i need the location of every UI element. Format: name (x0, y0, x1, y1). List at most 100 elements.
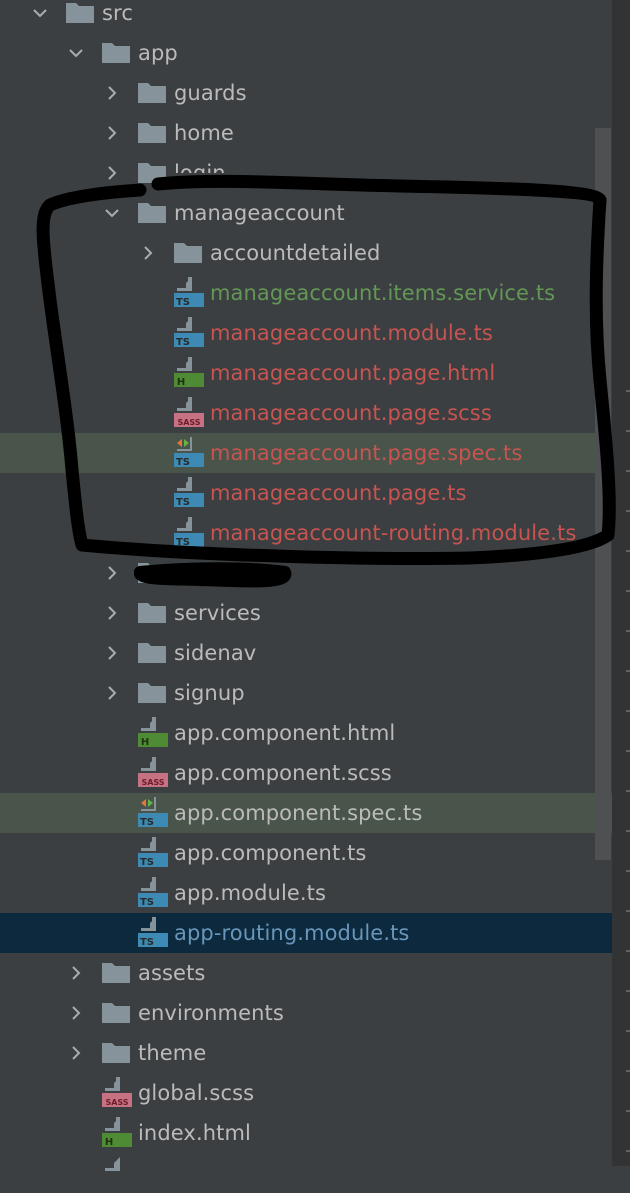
tree-file-row[interactable]: TS manageaccount.page.spec.ts (0, 433, 630, 473)
tree-item-label: services (174, 601, 261, 625)
tree-folder-row[interactable] (0, 553, 630, 593)
tree-file-row[interactable]: TS app.module.ts (0, 873, 630, 913)
tree-file-row[interactable]: TS manageaccount-routing.module.ts (0, 513, 630, 553)
tree-folder-row[interactable]: src (0, 0, 630, 33)
chevron-right-icon[interactable] (102, 83, 122, 103)
tree-item-label: assets (138, 961, 206, 985)
gutter-line-marker (626, 510, 630, 512)
svg-text:TS: TS (176, 297, 190, 308)
gutter-line-marker (626, 590, 630, 592)
folder-icon (138, 201, 166, 225)
tree-folder-row[interactable]: theme (0, 1033, 630, 1073)
gutter-line-marker (626, 1150, 630, 1152)
folder-icon (102, 1041, 130, 1065)
tree-folder-row[interactable]: accountdetailed (0, 233, 630, 273)
tree-folder-row[interactable]: guards (0, 73, 630, 113)
folder-icon (138, 641, 166, 665)
chevron-right-icon[interactable] (138, 243, 158, 263)
folder-icon (138, 561, 166, 585)
chevron-right-icon[interactable] (102, 163, 122, 183)
gutter-line-marker (626, 630, 630, 632)
gutter-line-marker (626, 470, 630, 472)
gutter-line-marker (626, 670, 630, 672)
tree-file-row[interactable]: TS app.component.ts (0, 833, 630, 873)
tree-file-row[interactable] (0, 1153, 630, 1193)
tree-item-label: app.component.scss (174, 761, 392, 785)
tree-item-label: app.module.ts (174, 881, 327, 905)
gutter-line-marker (626, 990, 630, 992)
chevron-down-icon[interactable] (102, 203, 122, 223)
svg-text:TS: TS (176, 537, 190, 548)
editor-gutter (612, 0, 630, 1166)
tree-file-row[interactable]: TS app-routing.module.ts (0, 913, 630, 953)
chevron-right-icon[interactable] (102, 123, 122, 143)
html-file-icon: H (138, 717, 168, 749)
tree-item-label: app (138, 41, 178, 65)
tree-item-label: app-routing.module.ts (174, 921, 410, 945)
tree-file-row[interactable]: Hmanageaccount.page.html (0, 353, 630, 393)
ts-file-icon: TS (138, 917, 168, 949)
chevron-right-icon[interactable] (102, 603, 122, 623)
tree-file-row[interactable]: Happ.component.html (0, 713, 630, 753)
tree-item-label: manageaccount-routing.module.ts (210, 521, 577, 545)
tree-folder-row[interactable]: sidenav (0, 633, 630, 673)
tree-folder-row[interactable]: login (0, 153, 630, 193)
chevron-right-icon[interactable] (102, 563, 122, 583)
folder-icon (102, 1001, 130, 1025)
folder-icon (138, 681, 166, 705)
svg-text:TS: TS (140, 857, 154, 868)
chevron-down-icon[interactable] (66, 43, 86, 63)
tree-file-row[interactable]: TS manageaccount.module.ts (0, 313, 630, 353)
gutter-line-marker (626, 870, 630, 872)
sass-file-icon: SASS (138, 757, 168, 789)
gutter-line-marker (626, 750, 630, 752)
tree-file-row[interactable]: SASS global.scss (0, 1073, 630, 1113)
tree-item-label: signup (174, 681, 245, 705)
tree-folder-row[interactable]: environments (0, 993, 630, 1033)
svg-text:TS: TS (140, 897, 154, 908)
tree-file-row[interactable]: SASS manageaccount.page.scss (0, 393, 630, 433)
sass-file-icon: SASS (102, 1077, 132, 1109)
tree-item-label: guards (174, 81, 247, 105)
chevron-right-icon[interactable] (66, 1043, 86, 1063)
tree-item-label: manageaccount.page.ts (210, 481, 467, 505)
tree-item-label: manageaccount.page.spec.ts (210, 441, 523, 465)
tree-file-row[interactable]: Hindex.html (0, 1113, 630, 1153)
tree-item-label: login (174, 161, 226, 185)
folder-icon (138, 81, 166, 105)
gutter-line-marker (626, 790, 630, 792)
tree-folder-row[interactable]: manageaccount (0, 193, 630, 233)
ts-file-icon: TS (174, 477, 204, 509)
gutter-line-marker (626, 1110, 630, 1112)
tree-file-row[interactable]: SASS app.component.scss (0, 753, 630, 793)
folder-icon (174, 241, 202, 265)
chevron-right-icon[interactable] (66, 963, 86, 983)
tree-folder-row[interactable]: assets (0, 953, 630, 993)
tree-item-label: manageaccount.items.service.ts (210, 281, 556, 305)
chevron-right-icon[interactable] (102, 643, 122, 663)
test-ts-file-icon: TS (138, 797, 168, 829)
folder-icon (66, 1, 94, 25)
ts-file-icon: TS (138, 837, 168, 869)
chevron-right-icon[interactable] (66, 1003, 86, 1023)
svg-text:H: H (105, 1137, 113, 1148)
tree-folder-row[interactable]: services (0, 593, 630, 633)
file-file-icon (102, 1157, 132, 1189)
tree-folder-row[interactable]: home (0, 113, 630, 153)
tree-file-row[interactable]: TS manageaccount.page.ts (0, 473, 630, 513)
tree-folder-row[interactable]: signup (0, 673, 630, 713)
chevron-right-icon[interactable] (102, 683, 122, 703)
html-file-icon: H (102, 1117, 132, 1149)
folder-icon (102, 41, 130, 65)
tree-item-label: manageaccount (174, 201, 345, 225)
gutter-line-marker (626, 950, 630, 952)
vertical-scrollbar[interactable] (595, 128, 611, 860)
tree-item-label: app.component.ts (174, 841, 367, 865)
folder-icon (138, 161, 166, 185)
tree-item-label: accountdetailed (210, 241, 381, 265)
tree-folder-row[interactable]: app (0, 33, 630, 73)
tree-file-row[interactable]: TS app.component.spec.ts (0, 793, 630, 833)
tree-file-row[interactable]: TS manageaccount.items.service.ts (0, 273, 630, 313)
chevron-down-icon[interactable] (30, 3, 50, 23)
tree-item-label: sidenav (174, 641, 257, 665)
